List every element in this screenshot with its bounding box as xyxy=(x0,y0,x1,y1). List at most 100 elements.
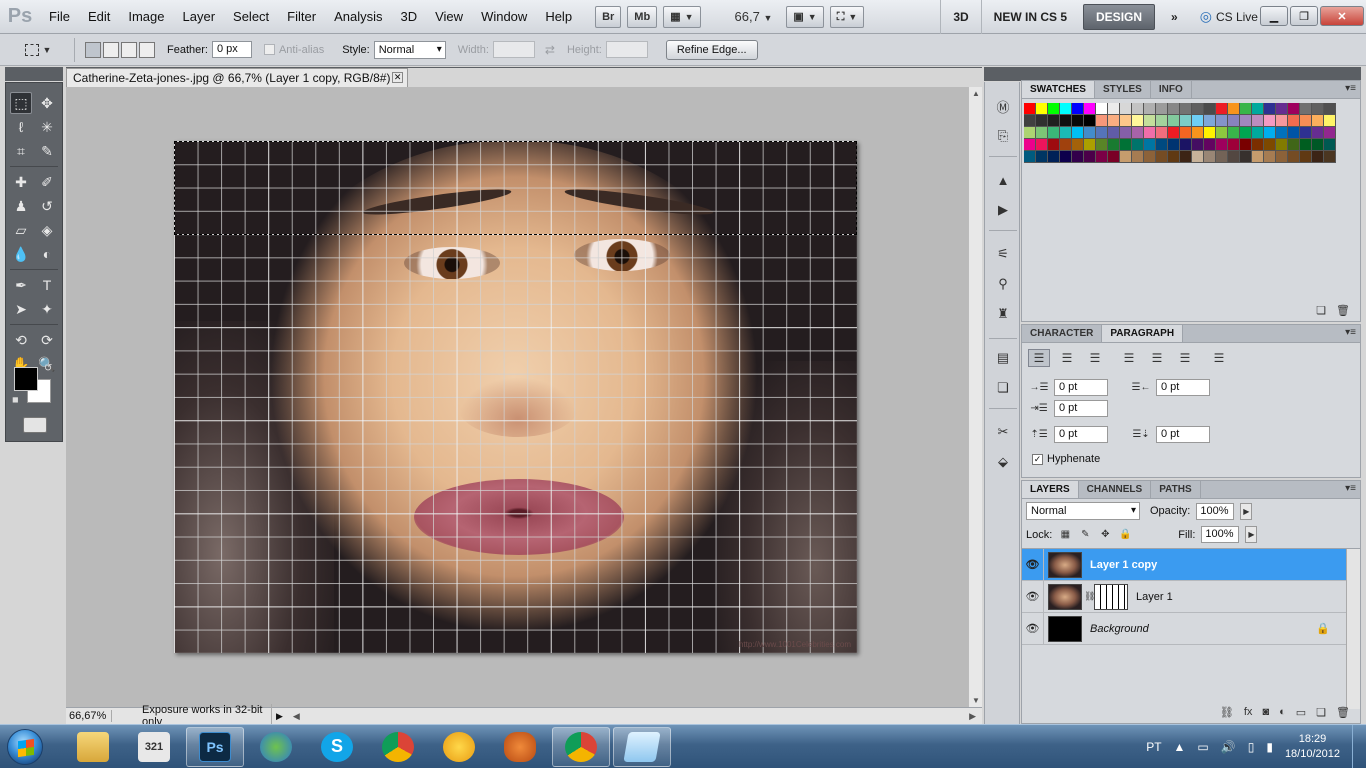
document-image[interactable]: http://www.1001Celebrities.com xyxy=(174,141,857,653)
tab-character[interactable]: CHARACTER xyxy=(1022,325,1103,342)
taskbar-app-hand[interactable] xyxy=(491,727,549,767)
color-swatch[interactable] xyxy=(1036,151,1048,163)
opacity-input[interactable]: 100% xyxy=(1196,502,1235,520)
color-swatch[interactable] xyxy=(1072,151,1084,163)
fill-slider-arrow[interactable]: ▶ xyxy=(1245,526,1258,543)
battery-icon[interactable]: ▯ xyxy=(1248,740,1255,754)
color-swatch[interactable] xyxy=(1240,127,1252,139)
color-swatch[interactable] xyxy=(1192,115,1204,127)
scroll-left-icon[interactable]: ◀ xyxy=(293,711,300,722)
brush-tool-icon[interactable]: ✐ xyxy=(36,171,58,193)
tool-preset-picker[interactable]: ▼ xyxy=(16,38,60,62)
color-swatch[interactable] xyxy=(1084,115,1096,127)
color-swatch[interactable] xyxy=(1288,103,1300,115)
menu-analysis[interactable]: Analysis xyxy=(325,0,391,34)
color-swatch[interactable] xyxy=(1252,115,1264,127)
link-layers-icon[interactable]: ⛓ xyxy=(1220,706,1234,719)
status-zoom[interactable]: 66,67% xyxy=(66,710,112,722)
bridge-button[interactable]: Br xyxy=(595,5,622,28)
color-swatch[interactable] xyxy=(1060,127,1072,139)
language-indicator[interactable]: PT xyxy=(1146,740,1161,754)
color-swatch[interactable] xyxy=(1324,103,1336,115)
color-swatch[interactable] xyxy=(1048,139,1060,151)
color-swatch[interactable] xyxy=(1168,151,1180,163)
menu-view[interactable]: View xyxy=(426,0,472,34)
color-swatch[interactable] xyxy=(1264,151,1276,163)
lock-transparent-icon[interactable]: ▦ xyxy=(1058,528,1072,542)
layer-mask-thumbnail[interactable] xyxy=(1094,583,1128,610)
history-brush-tool-icon[interactable]: ↺ xyxy=(36,195,58,217)
color-swatch[interactable] xyxy=(1300,115,1312,127)
add-selection-button[interactable] xyxy=(103,41,119,58)
history-panel-icon[interactable]: ⎘ xyxy=(992,126,1014,146)
lock-all-icon[interactable]: 🔒 xyxy=(1118,528,1132,542)
taskbar-chrome[interactable] xyxy=(369,727,427,767)
new-layer-icon[interactable]: ❏ xyxy=(1316,706,1326,719)
color-swatch[interactable] xyxy=(1204,151,1216,163)
crop-tool-icon[interactable]: ⌗ xyxy=(10,140,32,162)
color-swatch[interactable] xyxy=(1240,103,1252,115)
hyphenate-option[interactable]: ✓ Hyphenate xyxy=(1032,453,1100,465)
dodge-tool-icon[interactable]: ◐ xyxy=(36,243,58,265)
color-swatch[interactable] xyxy=(1048,127,1060,139)
color-swatch[interactable] xyxy=(1156,127,1168,139)
custom-shape-tool-icon[interactable]: ✦ xyxy=(36,298,58,320)
3d-orbit-tool-icon[interactable]: ⟳ xyxy=(36,329,58,351)
color-swatch[interactable] xyxy=(1036,139,1048,151)
color-swatch[interactable] xyxy=(1192,151,1204,163)
color-swatch[interactable] xyxy=(1024,127,1036,139)
color-swatch[interactable] xyxy=(1216,115,1228,127)
taskbar-photoshop[interactable]: Ps xyxy=(186,726,244,767)
height-input[interactable] xyxy=(605,41,648,58)
color-swatch[interactable] xyxy=(1228,151,1240,163)
color-swatch[interactable] xyxy=(1084,103,1096,115)
eyedropper-tool-icon[interactable]: ✎ xyxy=(36,140,58,162)
color-swatch[interactable] xyxy=(1312,127,1324,139)
horizontal-scrollbar[interactable]: ◀ ▶ xyxy=(287,708,982,724)
volume-icon[interactable]: 🔊 xyxy=(1221,740,1236,754)
panel-menu-icon[interactable]: ▾≡ xyxy=(1345,83,1356,94)
quick-mask-button[interactable] xyxy=(23,417,47,433)
color-swatch[interactable] xyxy=(1276,139,1288,151)
canvas-area[interactable]: http://www.1001Celebrities.com xyxy=(66,87,968,707)
tab-paths[interactable]: PATHS xyxy=(1151,481,1201,498)
justify-right-icon[interactable]: ☰ xyxy=(1174,349,1196,367)
new-swatch-icon[interactable]: ❏ xyxy=(1316,304,1326,317)
workspace-new-in-cs5[interactable]: NEW IN CS 5 xyxy=(980,0,1079,34)
color-swatch[interactable] xyxy=(1228,127,1240,139)
color-swatch[interactable] xyxy=(1228,115,1240,127)
color-swatch[interactable] xyxy=(1324,139,1336,151)
path-selection-tool-icon[interactable]: ➤ xyxy=(10,298,32,320)
menu-filter[interactable]: Filter xyxy=(278,0,325,34)
color-swatch[interactable] xyxy=(1084,139,1096,151)
color-swatch[interactable] xyxy=(1048,103,1060,115)
color-swatch[interactable] xyxy=(1096,103,1108,115)
mask-link-icon[interactable]: ⛓ xyxy=(1084,591,1095,602)
pen-tool-icon[interactable]: ✒ xyxy=(10,274,32,296)
color-swatch[interactable] xyxy=(1168,103,1180,115)
justify-all-icon[interactable]: ☰ xyxy=(1208,349,1230,367)
close-button[interactable]: ✕ xyxy=(1320,6,1364,26)
layer-row-layer-1[interactable]: 👁 ⛓ Layer 1 xyxy=(1022,581,1360,613)
taskbar-skype[interactable]: S xyxy=(308,727,366,767)
eraser-tool-icon[interactable]: ▱ xyxy=(10,219,32,241)
panel-menu-icon[interactable]: ▾≡ xyxy=(1345,483,1356,494)
antialias-checkbox[interactable] xyxy=(263,44,275,55)
color-swatch[interactable] xyxy=(1288,115,1300,127)
selection-marquee[interactable] xyxy=(174,141,857,235)
color-swatch[interactable] xyxy=(1264,115,1276,127)
indent-first-input[interactable]: 0 pt xyxy=(1054,400,1108,417)
color-swatch[interactable] xyxy=(1180,127,1192,139)
color-swatch[interactable] xyxy=(1192,103,1204,115)
color-swatch[interactable] xyxy=(1240,139,1252,151)
tab-info[interactable]: INFO xyxy=(1151,81,1192,98)
color-swatch[interactable] xyxy=(1108,127,1120,139)
color-swatch[interactable] xyxy=(1276,103,1288,115)
clone-source-panel-icon[interactable]: ♜ xyxy=(992,304,1014,324)
color-swatch[interactable] xyxy=(1276,115,1288,127)
visibility-eye-icon[interactable]: 👁 xyxy=(1022,549,1044,580)
color-swatch[interactable] xyxy=(1108,115,1120,127)
refine-edge-button[interactable]: Refine Edge... xyxy=(665,39,758,60)
color-swatch[interactable] xyxy=(1204,127,1216,139)
color-swatch[interactable] xyxy=(1060,103,1072,115)
